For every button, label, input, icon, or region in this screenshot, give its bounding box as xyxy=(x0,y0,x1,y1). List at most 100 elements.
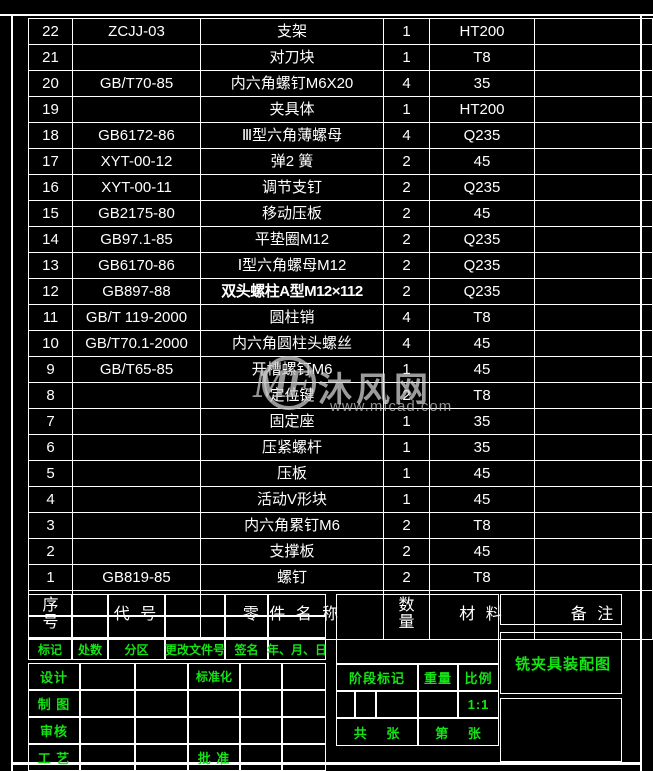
revision-cell-blank[interactable] xyxy=(108,594,165,616)
revision-header-count-label: 处数 xyxy=(77,642,102,657)
role-standardize-date[interactable] xyxy=(282,663,326,690)
bom-body: 22 ZCJJ-03 支架 1 HT200 21 对刀块 1 T8 20 GB/… xyxy=(28,18,653,640)
role-drawing-extra-1[interactable] xyxy=(188,690,240,717)
revision-cell-blank[interactable] xyxy=(72,594,108,616)
table-row[interactable]: 1 GB819-85 螺钉 2 T8 xyxy=(28,564,653,591)
role-review-date[interactable] xyxy=(135,717,188,744)
table-row[interactable]: 8 定位键 2 T8 xyxy=(28,382,653,409)
row-part-name: 内六角圆柱头螺丝 xyxy=(200,330,384,357)
row-part-name: 调节支钉 xyxy=(200,174,384,201)
row-code: GB/T70-85 xyxy=(72,70,201,97)
table-row[interactable]: 15 GB2175-80 移动压板 2 45 xyxy=(28,200,653,227)
role-drawing-signature[interactable] xyxy=(80,690,135,717)
row-item-number: 6 xyxy=(28,434,73,461)
row-material: 35 xyxy=(429,408,535,435)
role-process[interactable]: 工 艺 xyxy=(28,744,80,771)
material-info-panel[interactable] xyxy=(336,594,499,664)
row-code: GB97.1-85 xyxy=(72,226,201,253)
stage-cell-1[interactable] xyxy=(336,691,355,718)
table-row[interactable]: 16 XYT-00-11 调节支钉 2 Q235 xyxy=(28,174,653,201)
revision-cell-blank[interactable] xyxy=(165,594,225,616)
role-review-extra-1[interactable] xyxy=(188,717,240,744)
table-row[interactable]: 3 内六角累钉M6 2 T8 xyxy=(28,512,653,539)
revision-cell-blank[interactable] xyxy=(28,594,72,616)
bill-of-materials-table: 22 ZCJJ-03 支架 1 HT200 21 对刀块 1 T8 20 GB/… xyxy=(28,18,653,640)
table-row[interactable]: 20 GB/T70-85 内六角螺钉M6X20 4 35 xyxy=(28,70,653,97)
table-row[interactable]: 18 GB6172-86 Ⅲ型六角薄螺母 4 Q235 xyxy=(28,122,653,149)
revision-header-count[interactable]: 处数 xyxy=(72,638,108,660)
revision-cell-blank[interactable] xyxy=(268,616,326,638)
role-standardize[interactable]: 标准化 xyxy=(188,663,240,690)
drawing-sheet: 22 ZCJJ-03 支架 1 HT200 21 对刀块 1 T8 20 GB/… xyxy=(0,0,653,771)
role-design-signature[interactable] xyxy=(80,663,135,690)
weight-header[interactable]: 重量 xyxy=(418,664,458,691)
revision-header-signature[interactable]: 签名 xyxy=(225,638,268,660)
row-part-name: 弹2 簧 xyxy=(200,148,384,175)
role-drawing-extra-2[interactable] xyxy=(240,690,282,717)
stage-cell-2[interactable] xyxy=(355,691,376,718)
row-quantity: 2 xyxy=(383,226,430,253)
table-row[interactable]: 9 GB/T65-85 开槽螺钉M6 1 45 xyxy=(28,356,653,383)
role-review-extra-2[interactable] xyxy=(240,717,282,744)
table-row[interactable]: 21 对刀块 1 T8 xyxy=(28,44,653,71)
role-approve-signature[interactable] xyxy=(240,744,282,771)
sheet-total[interactable]: 共 张 xyxy=(336,718,418,746)
table-row[interactable]: 11 GB/T 119-2000 圆柱销 4 T8 xyxy=(28,304,653,331)
role-review-signature[interactable] xyxy=(80,717,135,744)
weight-value[interactable] xyxy=(418,691,458,718)
stage-mark-header[interactable]: 阶段标记 xyxy=(336,664,418,691)
table-row[interactable]: 12 GB897-88 双头螺柱A型M12×112 2 Q235 xyxy=(28,278,653,305)
row-remark xyxy=(534,174,653,201)
revision-header-doc-no-label: 更改文件号 xyxy=(165,642,226,657)
row-item-number: 1 xyxy=(28,564,73,591)
sheet-current[interactable]: 第 张 xyxy=(418,718,499,746)
revision-cell-blank[interactable] xyxy=(225,616,268,638)
role-review-extra-3[interactable] xyxy=(282,717,326,744)
row-code: GB819-85 xyxy=(72,564,201,591)
role-standardize-signature[interactable] xyxy=(240,663,282,690)
role-drawing-date[interactable] xyxy=(135,690,188,717)
revision-cell-blank[interactable] xyxy=(108,616,165,638)
revision-cell-blank[interactable] xyxy=(72,616,108,638)
role-approve[interactable]: 批 准 xyxy=(188,744,240,771)
row-part-name: 双头螺柱A型M12×112 xyxy=(200,278,384,305)
table-row[interactable]: 4 活动V形块 1 45 xyxy=(28,486,653,513)
table-row[interactable]: 13 GB6170-86 Ⅰ型六角螺母M12 2 Q235 xyxy=(28,252,653,279)
row-part-name: 压紧螺杆 xyxy=(200,434,384,461)
table-row[interactable]: 19 夹具体 1 HT200 xyxy=(28,96,653,123)
stage-cell-3[interactable] xyxy=(376,691,418,718)
role-design-date[interactable] xyxy=(135,663,188,690)
role-drawing-extra-3[interactable] xyxy=(282,690,326,717)
drawing-title-panel[interactable]: 铣夹具装配图 xyxy=(500,632,622,694)
table-row[interactable]: 22 ZCJJ-03 支架 1 HT200 xyxy=(28,18,653,45)
role-drawing[interactable]: 制 图 xyxy=(28,690,80,717)
table-row[interactable]: 17 XYT-00-12 弹2 簧 2 45 xyxy=(28,148,653,175)
role-design[interactable]: 设计 xyxy=(28,663,80,690)
revision-header-zone[interactable]: 分区 xyxy=(108,638,165,660)
row-material: 35 xyxy=(429,434,535,461)
revision-cell-blank[interactable] xyxy=(165,616,225,638)
table-row[interactable]: 6 压紧螺杆 1 35 xyxy=(28,434,653,461)
row-material: 45 xyxy=(429,148,535,175)
drawing-number-panel[interactable] xyxy=(500,698,622,762)
table-row[interactable]: 5 压板 1 45 xyxy=(28,460,653,487)
company-panel[interactable] xyxy=(500,594,622,625)
revision-cell-blank[interactable] xyxy=(28,616,72,638)
role-process-signature[interactable] xyxy=(80,744,135,771)
revision-header-doc-no[interactable]: 更改文件号 xyxy=(165,638,225,660)
scale-header[interactable]: 比例 xyxy=(458,664,499,691)
scale-value[interactable]: 1:1 xyxy=(458,691,499,718)
revision-cell-blank[interactable] xyxy=(225,594,268,616)
role-process-date[interactable] xyxy=(135,744,188,771)
revision-cell-blank[interactable] xyxy=(268,594,326,616)
revision-header-date[interactable]: 年、月、日 xyxy=(267,638,327,660)
role-approve-date[interactable] xyxy=(282,744,326,771)
revision-header-mark[interactable]: 标记 xyxy=(28,638,72,660)
table-row[interactable]: 2 支撑板 2 45 xyxy=(28,538,653,565)
role-review[interactable]: 审核 xyxy=(28,717,80,744)
row-item-number: 16 xyxy=(28,174,73,201)
table-row[interactable]: 10 GB/T70.1-2000 内六角圆柱头螺丝 4 45 xyxy=(28,330,653,357)
table-row[interactable]: 14 GB97.1-85 平垫圈M12 2 Q235 xyxy=(28,226,653,253)
row-item-number: 4 xyxy=(28,486,73,513)
table-row[interactable]: 7 固定座 1 35 xyxy=(28,408,653,435)
